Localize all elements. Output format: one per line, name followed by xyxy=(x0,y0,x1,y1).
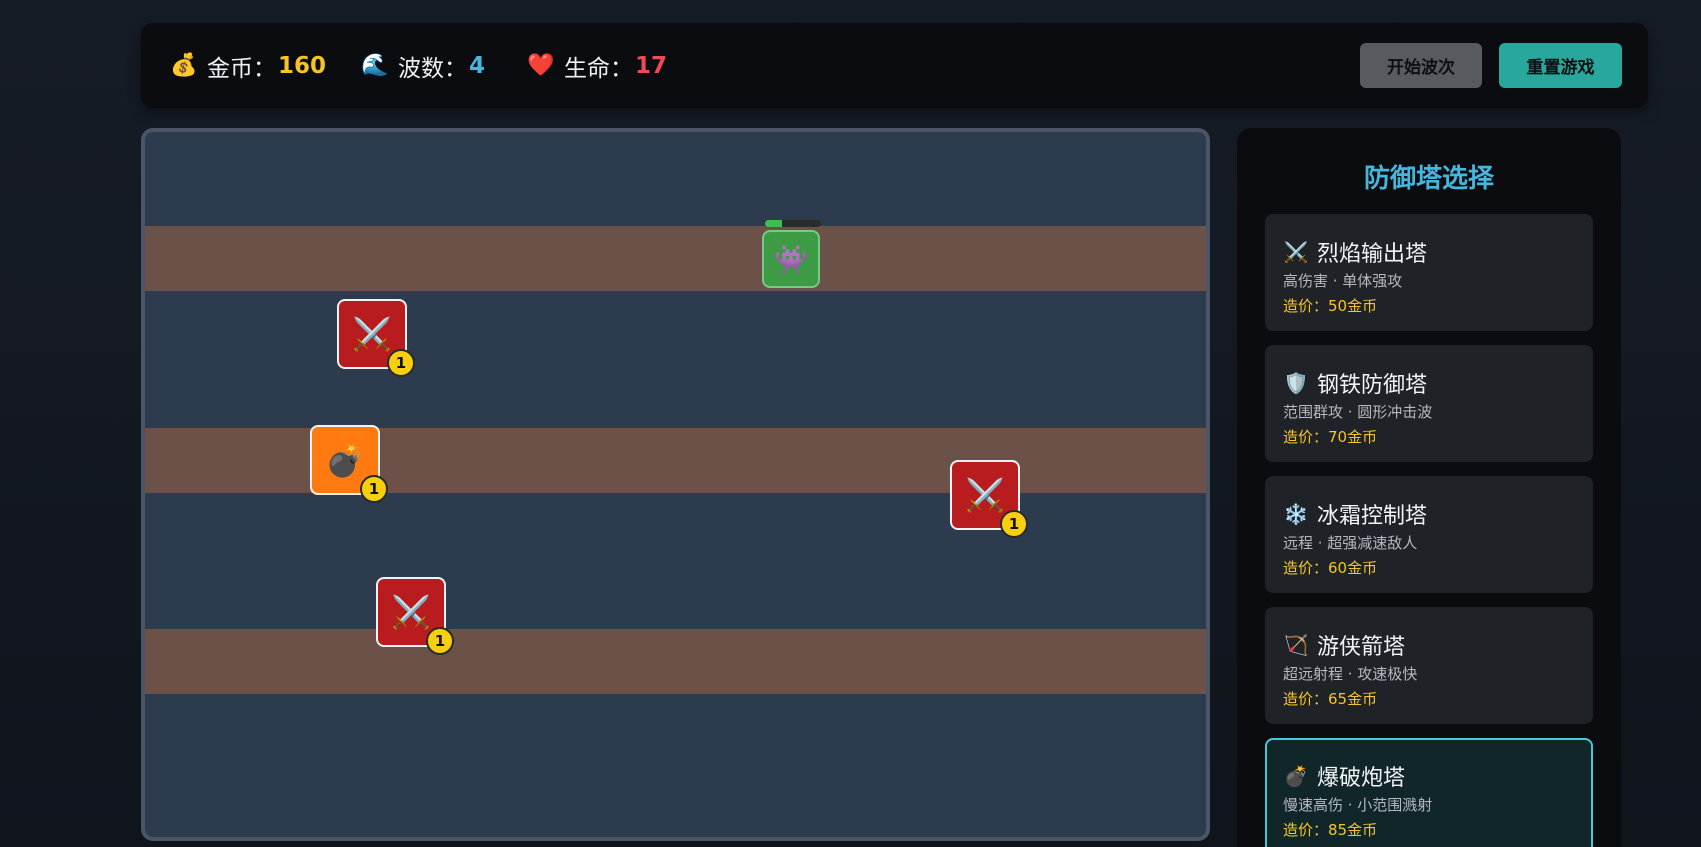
life-label: 生命： xyxy=(564,55,633,82)
crossed-swords-icon: ⚔️ xyxy=(1283,240,1309,264)
placed-tower-sword[interactable]: ⚔️ 1 xyxy=(376,577,454,655)
placed-tower-sword[interactable]: ⚔️ 1 xyxy=(337,299,415,377)
tower-card-cost: 造价：50金币 xyxy=(1283,297,1378,315)
crossed-swords-icon: ⚔️ xyxy=(352,315,392,353)
crossed-swords-icon: ⚔️ xyxy=(965,476,1005,514)
shield-icon: 🛡️ xyxy=(1283,371,1309,395)
game-board[interactable]: ⚔️ 1 💣 1 ⚔️ 1 ⚔️ 1 👾 xyxy=(141,128,1210,841)
tower-card-description: 超远射程 · 攻速极快 xyxy=(1283,665,1418,683)
tower-level-badge: 1 xyxy=(1000,510,1028,538)
gold-label: 金币： xyxy=(207,55,276,82)
bomb-icon: 💣 xyxy=(1283,764,1309,788)
tower-card-header: ⚔️ 烈焰输出塔 xyxy=(1283,236,1427,268)
tower-level-badge: 1 xyxy=(426,627,454,655)
tower-card-name: 钢铁防御塔 xyxy=(1317,373,1428,398)
tower-card-fire[interactable]: ⚔️ 烈焰输出塔 高伤害 · 单体强攻 造价：50金币 xyxy=(1265,214,1593,331)
money-bag-icon: 💰 xyxy=(170,53,198,78)
tower-card-description: 范围群攻 · 圆形冲击波 xyxy=(1283,403,1433,421)
wave-label: 波数： xyxy=(398,55,467,82)
bow-and-arrow-icon: 🏹 xyxy=(1283,633,1309,657)
heart-icon: ❤️ xyxy=(527,53,555,78)
tower-card-name: 游侠箭塔 xyxy=(1317,635,1406,660)
tower-card-description: 高伤害 · 单体强攻 xyxy=(1283,272,1403,290)
wave-icon: 🌊 xyxy=(361,53,389,78)
gold-value: 160 xyxy=(278,52,327,79)
enemy-health-fill xyxy=(765,220,782,227)
tower-level-badge: 1 xyxy=(387,349,415,377)
tower-card-cost: 造价：85金币 xyxy=(1283,821,1378,839)
enemy-path-lane xyxy=(145,428,1206,493)
tower-card-steel[interactable]: 🛡️ 钢铁防御塔 范围群攻 · 圆形冲击波 造价：70金币 xyxy=(1265,345,1593,462)
placed-tower-sword[interactable]: ⚔️ 1 xyxy=(950,460,1028,538)
tower-card-archer[interactable]: 🏹 游侠箭塔 超远射程 · 攻速极快 造价：65金币 xyxy=(1265,607,1593,724)
reset-game-button[interactable]: 重置游戏 xyxy=(1499,43,1622,88)
life-stat: ❤️ 生命： 17 xyxy=(527,23,668,108)
tower-card-name: 冰霜控制塔 xyxy=(1317,504,1428,529)
top-status-bar: 💰 金币： 160 🌊 波数： 4 ❤️ 生命： 17 开始波次 重置游戏 xyxy=(141,23,1648,108)
life-value: 17 xyxy=(635,52,668,79)
tower-card-name: 爆破炮塔 xyxy=(1317,766,1406,791)
placed-tower-bomb[interactable]: 💣 1 xyxy=(310,425,388,503)
tower-card-cannon[interactable]: 💣 爆破炮塔 慢速高伤 · 小范围溅射 造价：85金币 xyxy=(1265,738,1593,847)
alien-monster-icon: 👾 xyxy=(773,242,809,276)
tower-card-cost: 造价：70金币 xyxy=(1283,428,1378,446)
tower-card-header: 🏹 游侠箭塔 xyxy=(1283,629,1405,661)
enemy-path-lane xyxy=(145,629,1206,694)
tower-level-badge: 1 xyxy=(360,475,388,503)
start-wave-button[interactable]: 开始波次 xyxy=(1360,43,1482,88)
tower-card-header: ❄️ 冰霜控制塔 xyxy=(1283,498,1427,530)
panel-title: 防御塔选择 xyxy=(1363,164,1494,194)
snowflake-icon: ❄️ xyxy=(1283,502,1309,526)
bomb-icon: 💣 xyxy=(325,441,365,479)
tower-card-header: 💣 爆破炮塔 xyxy=(1283,760,1405,792)
tower-card-cost: 造价：60金币 xyxy=(1283,559,1378,577)
tower-card-cost: 造价：65金币 xyxy=(1283,690,1378,708)
tower-card-frost[interactable]: ❄️ 冰霜控制塔 远程 · 超强减速敌人 造价：60金币 xyxy=(1265,476,1593,593)
tower-card-description: 远程 · 超强减速敌人 xyxy=(1283,534,1418,552)
wave-stat: 🌊 波数： 4 xyxy=(361,23,486,108)
tower-card-description: 慢速高伤 · 小范围溅射 xyxy=(1283,796,1433,814)
gold-stat: 💰 金币： 160 xyxy=(170,23,327,108)
enemy-path-lane xyxy=(145,226,1206,291)
crossed-swords-icon: ⚔️ xyxy=(391,593,431,631)
tower-card-name: 烈焰输出塔 xyxy=(1317,242,1428,267)
enemy-unit: 👾 xyxy=(762,230,820,288)
enemy-health-bar xyxy=(765,220,821,227)
wave-value: 4 xyxy=(469,52,486,79)
tower-card-header: 🛡️ 钢铁防御塔 xyxy=(1283,367,1427,399)
tower-selection-panel: 防御塔选择 ⚔️ 烈焰输出塔 高伤害 · 单体强攻 造价：50金币 🛡️ 钢铁防… xyxy=(1237,128,1621,847)
